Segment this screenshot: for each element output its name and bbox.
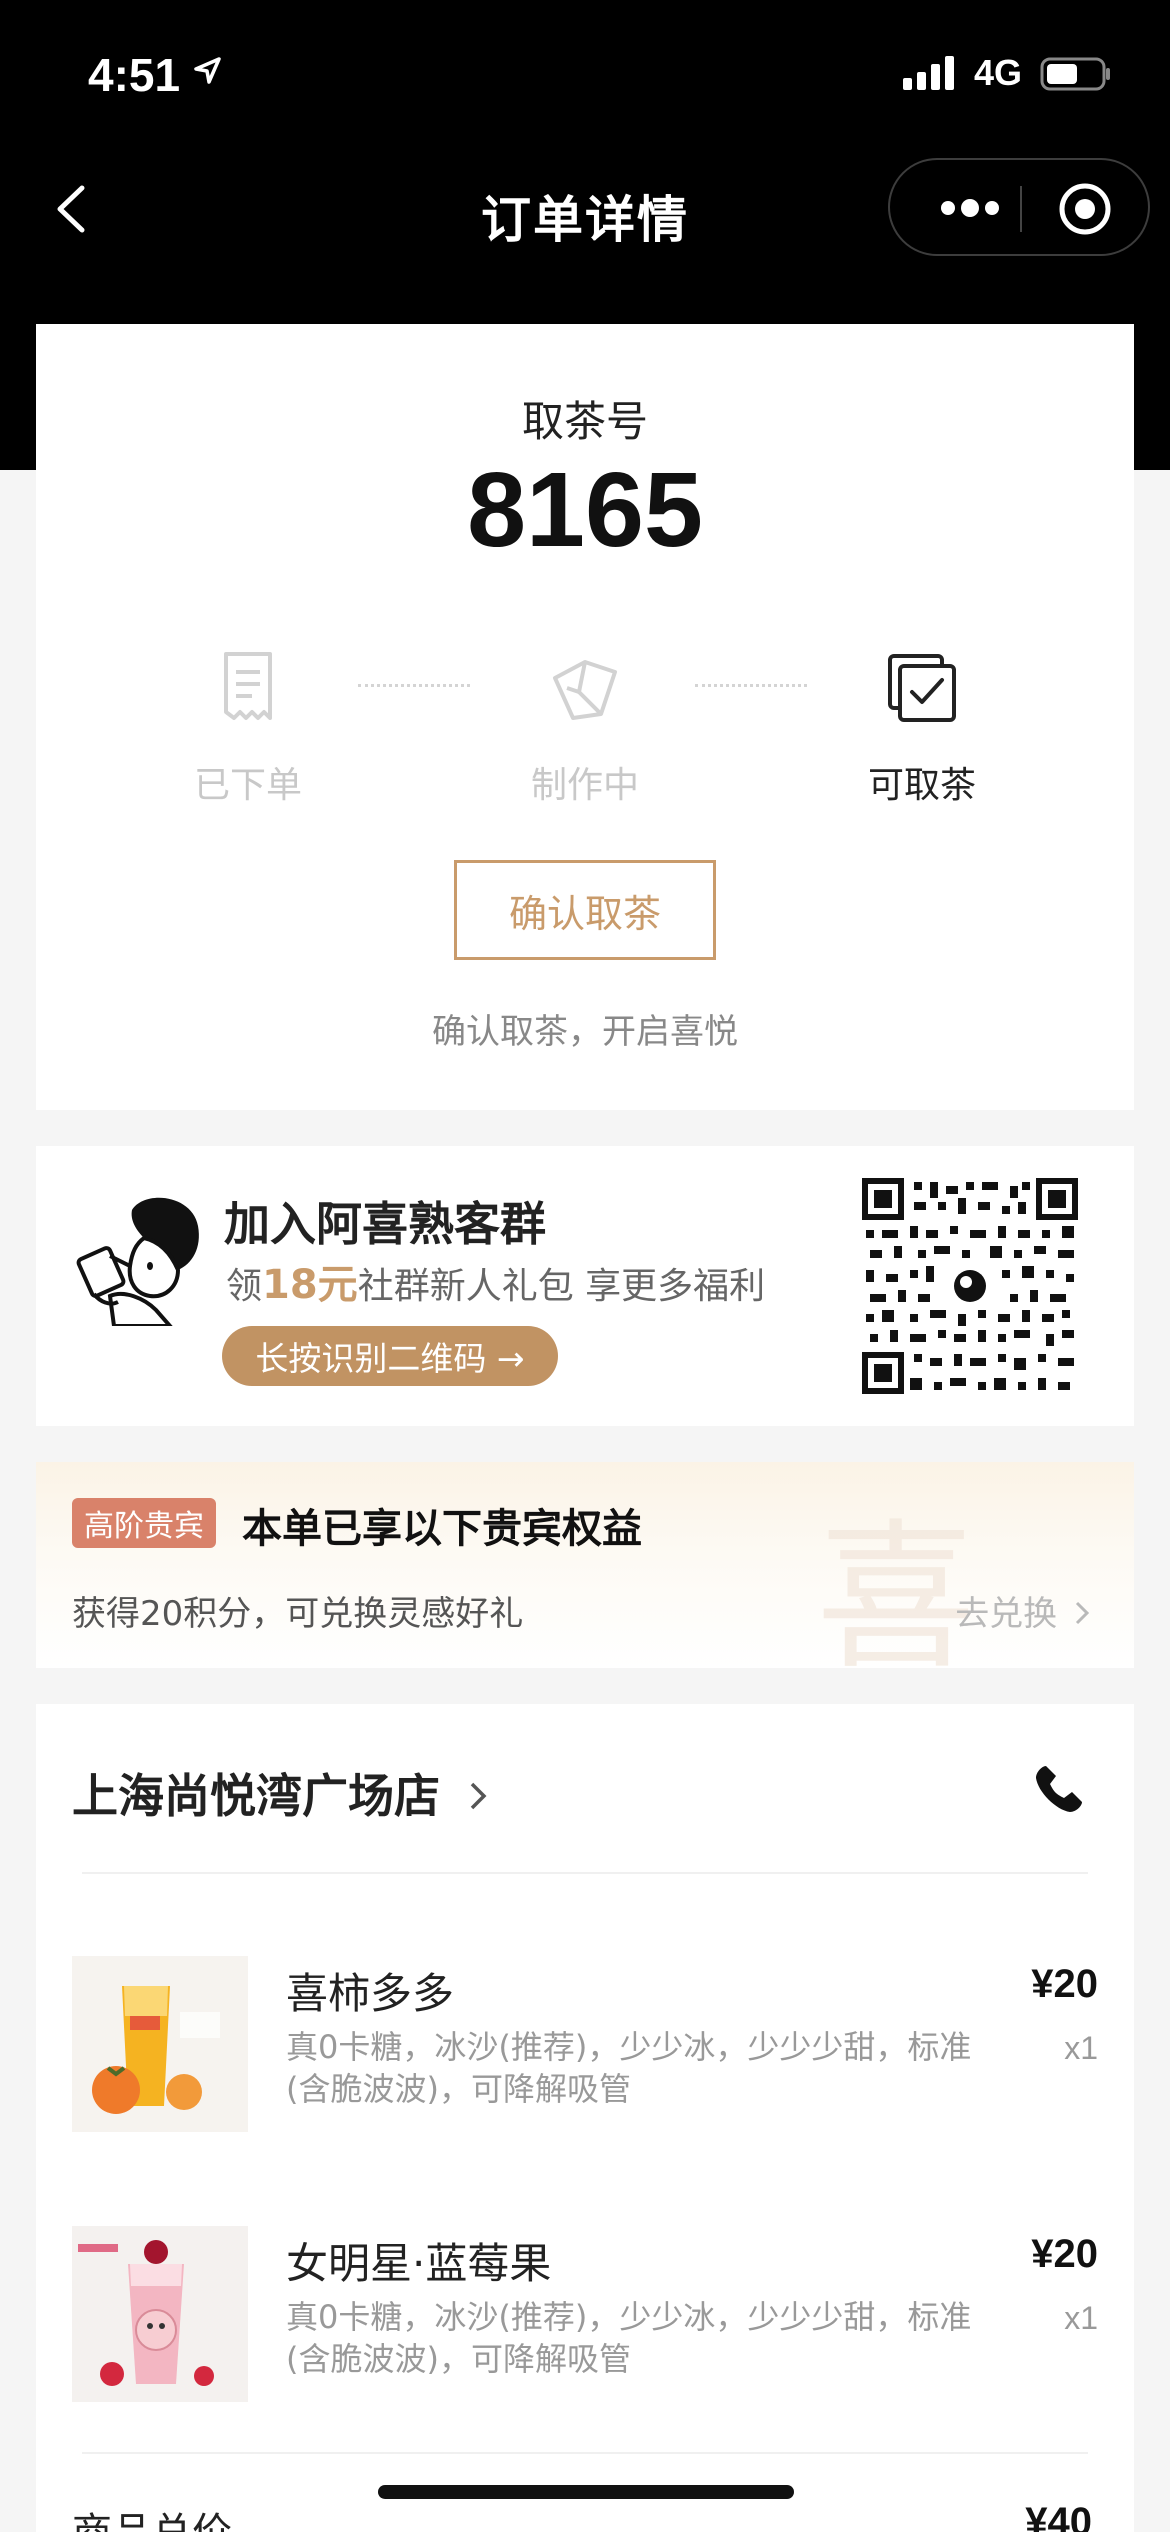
item-spec: 真0卡糖，冰沙(推荐)，少少冰，少少少甜，标准(含脆波波)，可降解吸管 <box>286 2028 972 2108</box>
item-spec: 真0卡糖，冰沙(推荐)，少少冰，少少少甜，标准(含脆波波)，可降解吸管 <box>286 2298 972 2378</box>
step-label: 制作中 <box>530 765 639 806</box>
benefit-title: 本单已享以下贵宾权益 <box>242 1506 642 1552</box>
join-group-card: 加入阿喜熟客群 领18元社群新人礼包 享更多福利 长按识别二维码 → <box>36 1146 1134 1426</box>
confirm-pickup-button[interactable]: 确认取茶 <box>454 860 716 960</box>
chevron-right-icon <box>470 1782 487 1810</box>
phone-icon[interactable] <box>1032 1762 1086 1816</box>
watermark-logo: 喜 <box>816 1504 977 1691</box>
order-item: 女明星·蓝莓果 真0卡糖，冰沙(推荐)，少少冰，少少少甜，标准(含脆波波)，可降… <box>72 2226 1098 2406</box>
store-link[interactable]: 上海尚悦湾广场店 <box>72 1760 490 1826</box>
status-time: 4:51 <box>88 49 181 101</box>
store-name: 上海尚悦湾广场店 <box>72 1769 440 1823</box>
mini-program-capsule <box>888 158 1150 256</box>
tea-making-icon <box>553 660 617 720</box>
step-connector <box>695 684 807 687</box>
more-dots-icon[interactable] <box>926 196 1014 220</box>
product-image-blueberry <box>72 2226 248 2402</box>
battery-icon <box>1040 57 1110 91</box>
item-price: ¥20 <box>1031 1962 1098 2006</box>
pickup-card: 取茶号 8165 已下单 制作中 可取茶 确认取茶 确认取茶，开启喜悦 <box>36 324 1134 1110</box>
scan-qr-button[interactable]: 长按识别二维码 → <box>222 1326 558 1386</box>
pickup-number: 8165 <box>467 451 703 569</box>
order-item: 喜柿多多 真0卡糖，冰沙(推荐)，少少冰，少少少甜，标准(含脆波波)，可降解吸管… <box>72 1956 1098 2136</box>
qr-code[interactable] <box>862 1178 1078 1394</box>
redeem-link[interactable]: 去兑换 <box>955 1586 1092 1635</box>
total-label: 商品总价 <box>72 2500 232 2532</box>
order-card: 上海尚悦湾广场店 喜柿多多 真0卡糖，冰沙(推荐)，少少冰，少少少甜，标准(含脆… <box>36 1704 1134 2532</box>
check-box-icon <box>888 654 956 722</box>
signal-icon <box>903 54 954 90</box>
total-value: ¥40 <box>1025 2500 1092 2532</box>
item-price: ¥20 <box>1031 2232 1098 2276</box>
divider <box>82 2452 1088 2454</box>
pickup-label: 取茶号 <box>521 397 648 446</box>
group-desc: 领18元社群新人礼包 享更多福利 <box>226 1252 765 1310</box>
step-ready: 可取茶 <box>812 648 1032 808</box>
redeem-link-label: 去兑换 <box>955 1594 1058 1634</box>
item-qty: x1 <box>1064 2300 1098 2336</box>
vip-benefit-card[interactable]: 喜 高阶贵宾 本单已享以下贵宾权益 获得20积分，可兑换灵感好礼 去兑换 <box>36 1462 1134 1691</box>
product-image-persimmon <box>72 1956 248 2132</box>
location-arrow-icon <box>194 57 221 84</box>
group-desc-suffix: 社群新人礼包 享更多福利 <box>357 1266 766 1307</box>
status-bar: 4:51 4G <box>0 0 1170 150</box>
benefit-desc: 获得20积分，可兑换灵感好礼 <box>72 1594 524 1634</box>
group-gift-amount: 18元 <box>262 1262 358 1308</box>
divider <box>82 1872 1088 1874</box>
capsule-divider <box>1020 186 1022 232</box>
item-name: 女明星·蓝莓果 <box>286 2239 552 2288</box>
group-title: 加入阿喜熟客群 <box>224 1197 546 1251</box>
confirm-tip: 确认取茶，开启喜悦 <box>432 1012 738 1052</box>
step-label: 可取茶 <box>867 765 976 806</box>
step-ordered: 已下单 <box>138 648 358 808</box>
network-label: 4G <box>974 52 1023 93</box>
item-name: 喜柿多多 <box>286 1969 455 2018</box>
step-connector <box>358 684 470 687</box>
nav-bar: 订单详情 <box>0 150 1170 270</box>
group-desc-prefix: 领 <box>226 1266 263 1307</box>
home-indicator[interactable] <box>378 2485 794 2499</box>
item-qty: x1 <box>1064 2030 1098 2066</box>
step-label: 已下单 <box>193 765 302 806</box>
chevron-right-icon <box>1075 1601 1090 1625</box>
close-target-icon[interactable] <box>1058 182 1112 236</box>
step-making: 制作中 <box>475 648 695 808</box>
receipt-icon <box>224 652 272 720</box>
mascot-drinking-icon <box>76 1197 199 1326</box>
vip-badge: 高阶贵宾 <box>72 1498 216 1548</box>
